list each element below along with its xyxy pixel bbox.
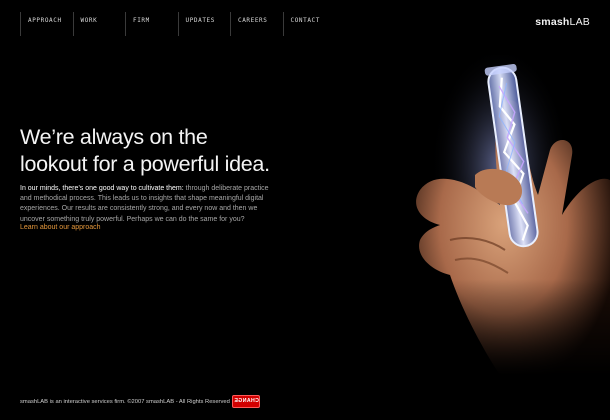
hand-test-tube-icon xyxy=(380,55,610,375)
change-badge-label: CHANGE xyxy=(233,398,259,404)
logo-bold-text: smash xyxy=(535,16,570,28)
intro-highlight: In our minds, there’s one good way to cu… xyxy=(20,185,184,192)
intro-paragraph: In our minds, there’s one good way to cu… xyxy=(20,184,275,225)
headline-line-1: We’re always on the xyxy=(20,125,208,149)
nav-item-careers[interactable]: CAREERS xyxy=(230,12,283,36)
footer-copyright: smashLAB is an interactive services firm… xyxy=(20,399,230,405)
learn-approach-link[interactable]: Learn about our approach xyxy=(20,224,101,231)
brand-logo[interactable]: smashLAB xyxy=(535,16,590,28)
headline-line-2: lookout for a powerful idea. xyxy=(20,152,270,176)
nav-item-updates[interactable]: UPDATES xyxy=(177,12,231,36)
nav-item-firm[interactable]: FIRM xyxy=(125,12,178,36)
logo-light-text: LAB xyxy=(569,16,590,28)
page-headline: We’re always on the lookout for a powerf… xyxy=(20,124,320,178)
change-badge-button[interactable]: CHANGE xyxy=(232,395,260,408)
nav-item-contact[interactable]: CONTACT xyxy=(282,12,336,36)
top-nav: APPROACH WORK FIRM UPDATES CAREERS CONTA… xyxy=(20,12,335,36)
nav-item-work[interactable]: WORK xyxy=(72,12,126,36)
nav-item-approach[interactable]: APPROACH xyxy=(20,12,73,36)
